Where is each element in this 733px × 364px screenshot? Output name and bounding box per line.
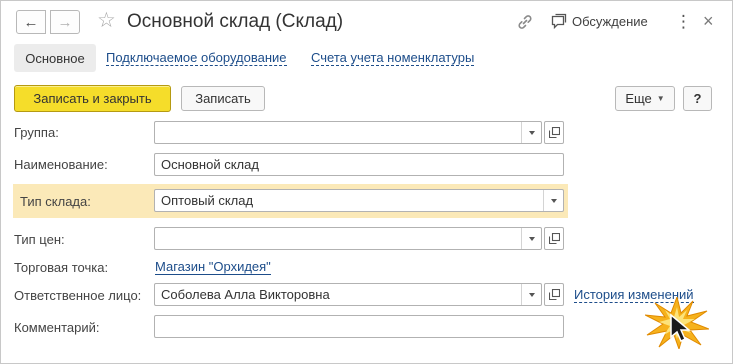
arrow-right-icon: →: [57, 13, 73, 31]
form-window: ← → ☆ Основной склад (Склад) Обсуждение …: [0, 0, 733, 364]
page-title: Основной склад (Склад): [127, 11, 344, 32]
dropdown-icon[interactable]: [521, 122, 541, 143]
price-type-label: Тип цен:: [14, 232, 65, 247]
help-button[interactable]: ?: [683, 86, 712, 111]
tab-main[interactable]: Основное: [14, 44, 96, 72]
responsible-open-button[interactable]: [544, 283, 564, 306]
tab-connected-equipment[interactable]: Подключаемое оборудование: [106, 50, 287, 66]
warehouse-type-value: Оптовый склад: [161, 193, 254, 208]
more-vertical-icon[interactable]: ⋮: [675, 12, 692, 32]
mouse-cursor-icon: [670, 313, 691, 343]
forward-button[interactable]: →: [50, 10, 80, 34]
discussion-button[interactable]: Обсуждение: [572, 14, 648, 29]
tab-nomenclature-accounts[interactable]: Счета учета номенклатуры: [311, 50, 475, 66]
comment-field[interactable]: [154, 315, 564, 338]
caret-down-icon: ▼: [656, 94, 665, 103]
more-actions-button[interactable]: Еще ▼: [615, 86, 675, 111]
warehouse-type-field[interactable]: Оптовый склад: [154, 189, 564, 212]
name-label: Наименование:: [14, 157, 108, 172]
responsible-label: Ответственное лицо:: [14, 288, 142, 303]
open-window-icon: [548, 289, 560, 300]
link-icon[interactable]: [515, 12, 535, 32]
button-label: Еще: [625, 91, 652, 106]
save-button[interactable]: Записать: [181, 86, 265, 111]
arrow-left-icon: ←: [23, 13, 39, 31]
tab-label: Основное: [25, 50, 85, 66]
back-button[interactable]: ←: [16, 10, 46, 34]
dropdown-icon[interactable]: [521, 228, 541, 249]
comment-label: Комментарий:: [14, 320, 100, 335]
price-type-field[interactable]: [154, 227, 542, 250]
button-label: Записать и закрыть: [33, 91, 152, 106]
group-field[interactable]: [154, 121, 542, 144]
open-window-icon: [548, 233, 560, 244]
price-type-open-button[interactable]: [544, 227, 564, 250]
save-and-close-button[interactable]: Записать и закрыть: [14, 85, 171, 112]
dropdown-icon[interactable]: [543, 190, 563, 211]
retail-point-label: Торговая точка:: [14, 260, 109, 275]
chat-bubble-icon[interactable]: [550, 13, 568, 31]
dropdown-icon[interactable]: [521, 284, 541, 305]
name-field[interactable]: Основной склад: [154, 153, 564, 176]
name-value: Основной склад: [161, 157, 259, 172]
group-label: Группа:: [14, 125, 59, 140]
star-icon[interactable]: ☆: [97, 9, 116, 33]
responsible-field[interactable]: Соболева Алла Викторовна: [154, 283, 542, 306]
button-label: ?: [693, 91, 702, 106]
open-window-icon: [548, 127, 560, 138]
group-open-button[interactable]: [544, 121, 564, 144]
button-label: Записать: [195, 91, 251, 106]
responsible-value: Соболева Алла Викторовна: [161, 287, 330, 302]
close-icon[interactable]: ×: [703, 11, 714, 31]
retail-point-link[interactable]: Магазин "Орхидея": [155, 260, 271, 275]
warehouse-type-label: Тип склада:: [20, 194, 91, 209]
